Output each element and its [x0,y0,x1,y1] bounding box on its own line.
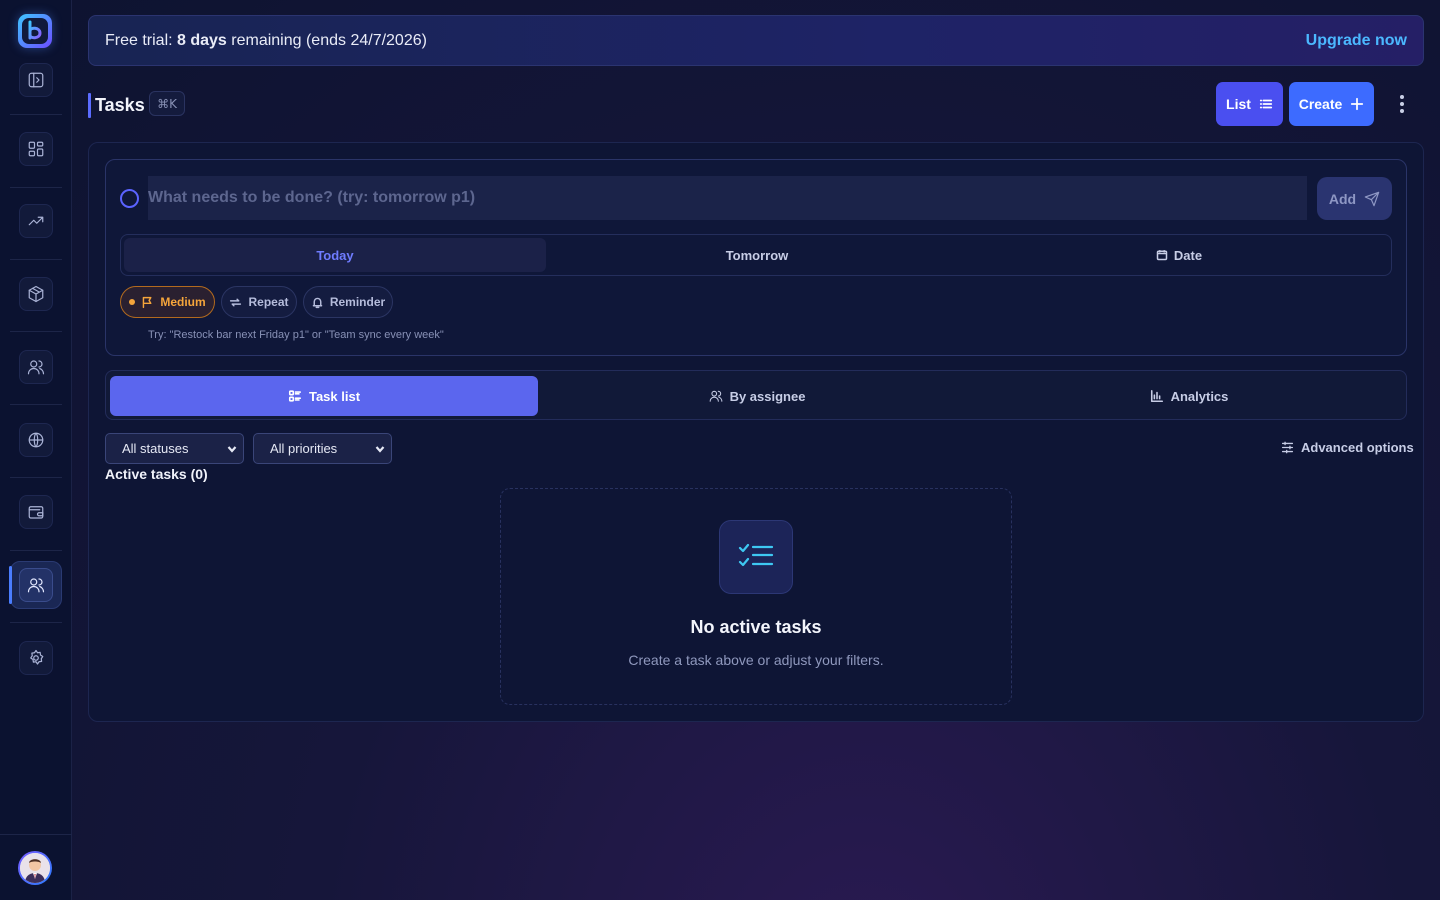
active-indicator [9,566,12,604]
sidebar-item-wallet[interactable] [19,495,53,529]
settings-icon [30,649,44,665]
tab-today[interactable]: Today [124,238,546,272]
status-filter-select[interactable]: All statuses [105,433,244,464]
tab-task-list[interactable]: Task list [110,376,538,416]
tab-by-assignee[interactable]: By assignee [543,376,971,416]
priority-filter-select[interactable]: All priorities [253,433,392,464]
sidebar-toggle-icon [28,72,44,88]
users-icon [709,390,722,402]
active-tasks-heading: Active tasks (0) [105,466,208,482]
sidebar-item-inventory[interactable] [19,277,53,311]
sidebar-item-team[interactable] [19,568,53,602]
trial-days: 8 days [177,31,227,49]
view-tabs: Task list By assignee Analytics [105,370,1407,420]
flag-icon [143,296,152,308]
trial-message: Free trial: 8 days remaining (ends 24/7/… [105,31,427,49]
trial-banner: Free trial: 8 days remaining (ends 24/7/… [88,15,1424,66]
sidebar-item-web[interactable] [19,423,53,457]
composer-hint: Try: "Restock bar next Friday p1" or "Te… [148,329,444,341]
priority-chip[interactable]: Medium [120,286,215,318]
task-status-circle[interactable] [120,189,139,208]
sidebar [0,0,72,900]
avatar-icon [20,853,50,883]
user-avatar[interactable] [18,851,52,885]
list-details-icon [288,390,302,402]
sidebar-toggle-button[interactable] [19,63,53,97]
more-options-button[interactable] [1392,92,1412,116]
empty-state-icon-box [719,520,793,594]
bell-icon [312,297,323,308]
sidebar-item-customers[interactable] [19,350,53,384]
title-accent-bar [88,93,91,118]
tab-tomorrow[interactable]: Tomorrow [546,238,968,272]
app-logo[interactable] [18,14,52,48]
more-vertical-icon [1400,95,1404,99]
shortcut-badge[interactable]: ⌘K [149,91,185,116]
calendar-icon [1156,250,1168,261]
repeat-chip[interactable]: Repeat [221,286,297,318]
globe-icon [28,432,44,448]
priority-dot [129,299,136,305]
trending-up-icon [28,216,44,226]
send-icon [1364,191,1380,206]
sidebar-item-settings[interactable] [19,641,53,675]
due-date-tabs: Today Tomorrow Date [120,234,1392,276]
reminder-chip[interactable]: Reminder [303,286,393,318]
bar-chart-icon [1150,389,1163,403]
repeat-icon [230,298,242,306]
sidebar-item-dashboard[interactable] [19,132,53,166]
wallet-icon [28,506,44,519]
tab-date[interactable]: Date [968,238,1390,272]
chevron-down-icon [375,446,385,453]
sidebar-item-analytics[interactable] [19,204,53,238]
add-task-button[interactable]: Add [1317,177,1392,220]
tab-analytics[interactable]: Analytics [975,376,1403,416]
sliders-icon [1281,441,1294,454]
list-view-button[interactable]: List [1216,82,1283,126]
users-icon [27,360,45,375]
chevron-down-icon [227,446,237,453]
logo-icon [28,20,42,40]
empty-state-title: No active tasks [690,617,822,637]
dashboard-icon [28,141,44,157]
list-icon [1259,99,1273,109]
task-input[interactable] [148,176,1307,220]
advanced-options-button[interactable]: Advanced options [1281,440,1414,455]
box-icon [28,285,44,303]
plus-icon [1351,97,1364,111]
create-button[interactable]: Create [1289,82,1374,126]
empty-state-subtitle: Create a task above or adjust your filte… [628,652,884,668]
team-icon [27,578,45,593]
upgrade-link[interactable]: Upgrade now [1306,32,1407,50]
checklist-icon [738,543,774,567]
page-title: Tasks [95,95,145,115]
